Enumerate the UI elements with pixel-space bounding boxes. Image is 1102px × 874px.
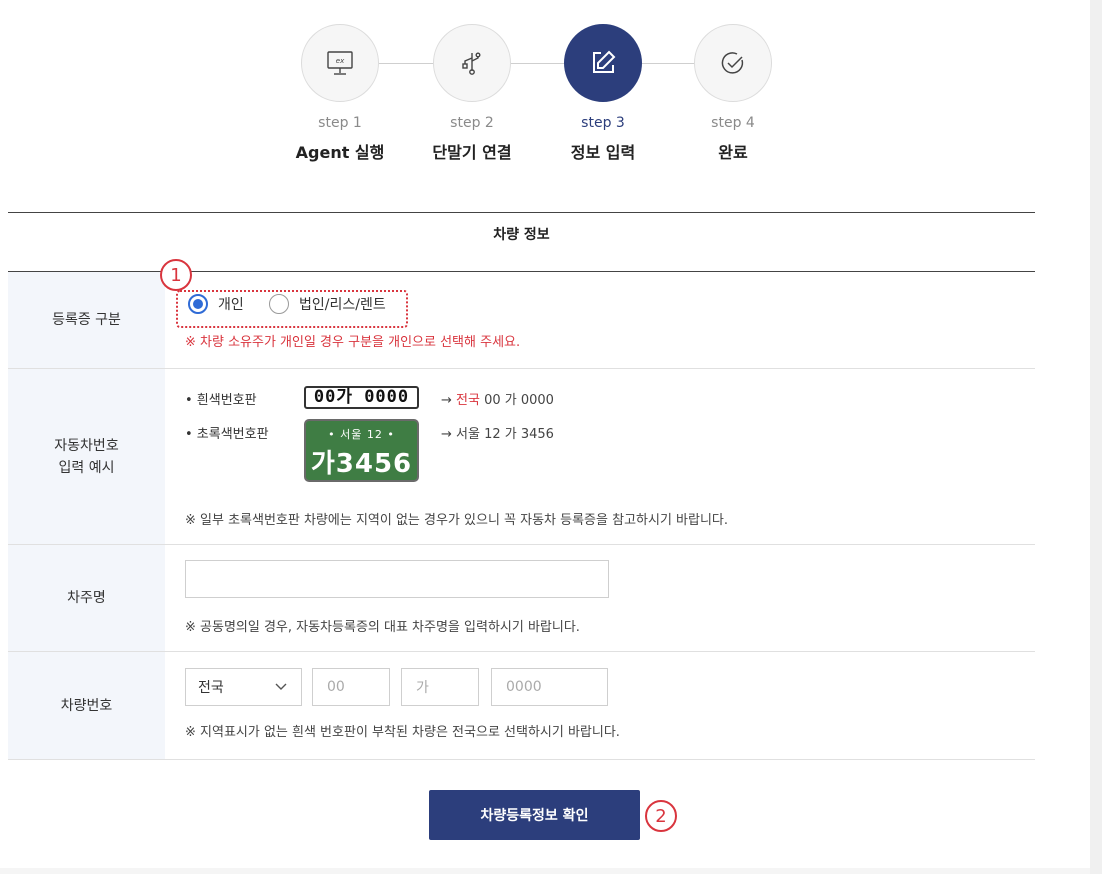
green-plate-sample: • 서울 12 • 가3456 (304, 419, 419, 482)
green-plate-result: → 서울 12 가 3456 (441, 427, 554, 442)
plate-number1-input[interactable]: 00 (312, 668, 390, 706)
row-registration-type: 등록증 구분 1 개인 법인/리스/렌트 ※ 차량 소유주가 개인일 경우 구분… (8, 259, 1035, 369)
check-circle-icon (694, 24, 772, 102)
step-name: 단말기 연결 (432, 143, 512, 162)
owner-note: ※ 공동명의일 경우, 자동차등록증의 대표 차주명을 입력하시기 바랍니다. (185, 620, 580, 635)
radio-label: 개인 (218, 297, 244, 313)
row-label: 등록증 구분 (8, 272, 165, 368)
step-4: step 4 완료 (678, 24, 788, 162)
row-label: 차주명 (8, 545, 165, 651)
callout-marker-2: 2 (645, 800, 677, 832)
confirm-vehicle-button[interactable]: 차량등록정보 확인 (429, 790, 640, 840)
radio-individual[interactable]: 개인 (188, 294, 244, 314)
row-plate-example: 자동차번호 입력 예시 • 흰색번호판 00가 0000 → 전국 00 가 0… (8, 369, 1035, 545)
step-number: step 1 (318, 115, 362, 131)
step-number: step 3 (581, 115, 625, 131)
monitor-ex-icon: ex (301, 24, 379, 102)
radio-label: 법인/리스/렌트 (299, 297, 386, 313)
owner-name-input[interactable] (185, 560, 609, 598)
row-owner: 차주명 ※ 공동명의일 경우, 자동차등록증의 대표 차주명을 입력하시기 바랍… (8, 545, 1035, 652)
white-plate-label: • 흰색번호판 (185, 393, 257, 408)
row-vehicle-number: 차량번호 전국 00 가 0000 ※ 지역표시가 없는 흰색 번호판이 부착된… (8, 652, 1035, 760)
arrow: → (441, 393, 452, 408)
row-content: 1 개인 법인/리스/렌트 ※ 차량 소유주가 개인일 경우 구분을 개인으로 … (160, 259, 1035, 368)
row-content: • 흰색번호판 00가 0000 → 전국 00 가 0000 • 초록색번호판… (185, 369, 1035, 544)
progress-stepper: ex step 1 Agent 실행 step 2 단말기 연결 step 3 … (0, 0, 1102, 180)
row-label-line: 입력 예시 (58, 459, 115, 476)
usb-icon (433, 24, 511, 102)
radio-unchecked-icon[interactable] (269, 294, 289, 314)
plate-number2-input[interactable]: 0000 (491, 668, 608, 706)
row-label: 차량번호 (8, 652, 165, 759)
white-plate-sample: 00가 0000 (304, 386, 419, 409)
step-name: 정보 입력 (570, 143, 636, 162)
radio-corporate[interactable]: 법인/리스/렌트 (269, 294, 386, 314)
row-content: 전국 00 가 0000 ※ 지역표시가 없는 흰색 번호판이 부착된 차량은 … (185, 652, 1035, 759)
region-highlight: 전국 (456, 393, 480, 408)
chevron-down-icon (275, 683, 287, 690)
svg-text:ex: ex (336, 57, 345, 65)
step-name: Agent 실행 (295, 143, 385, 162)
section-divider (8, 212, 1035, 213)
radio-checked-icon[interactable] (188, 294, 208, 314)
step-number: step 4 (711, 115, 755, 131)
step-3: step 3 정보 입력 (548, 24, 658, 162)
row-label: 자동차번호 입력 예시 (8, 369, 165, 544)
white-plate-number: 00 가 0000 (479, 393, 554, 408)
row-label-line: 자동차번호 (54, 437, 119, 454)
plate-char-input[interactable]: 가 (401, 668, 479, 706)
region-selected-value: 전국 (198, 680, 224, 696)
vehicle-number-note: ※ 지역표시가 없는 흰색 번호판이 부착된 차량은 전국으로 선택하시기 바랍… (185, 725, 620, 740)
region-select[interactable]: 전국 (185, 668, 302, 706)
warning-text: ※ 차량 소유주가 개인일 경우 구분을 개인으로 선택해 주세요. (185, 335, 521, 350)
step-2: step 2 단말기 연결 (417, 24, 527, 162)
step-number: step 2 (450, 115, 494, 131)
section-title: 차량 정보 (493, 227, 550, 243)
green-plate-number: 가3456 (310, 449, 413, 479)
plate-note: ※ 일부 초록색번호판 차량에는 지역이 없는 경우가 있으니 꼭 자동차 등록… (185, 513, 729, 528)
green-plate-region: • 서울 12 • (328, 428, 395, 441)
row-content: ※ 공동명의일 경우, 자동차등록증의 대표 차주명을 입력하시기 바랍니다. (185, 545, 1035, 651)
step-1: ex step 1 Agent 실행 (285, 24, 395, 162)
callout-marker-1: 1 (160, 259, 192, 291)
edit-icon (564, 24, 642, 102)
page-bottom-band (0, 868, 1090, 874)
step-name: 완료 (718, 143, 748, 162)
green-plate-label: • 초록색번호판 (185, 427, 269, 442)
white-plate-result: → 전국 00 가 0000 (441, 389, 554, 408)
